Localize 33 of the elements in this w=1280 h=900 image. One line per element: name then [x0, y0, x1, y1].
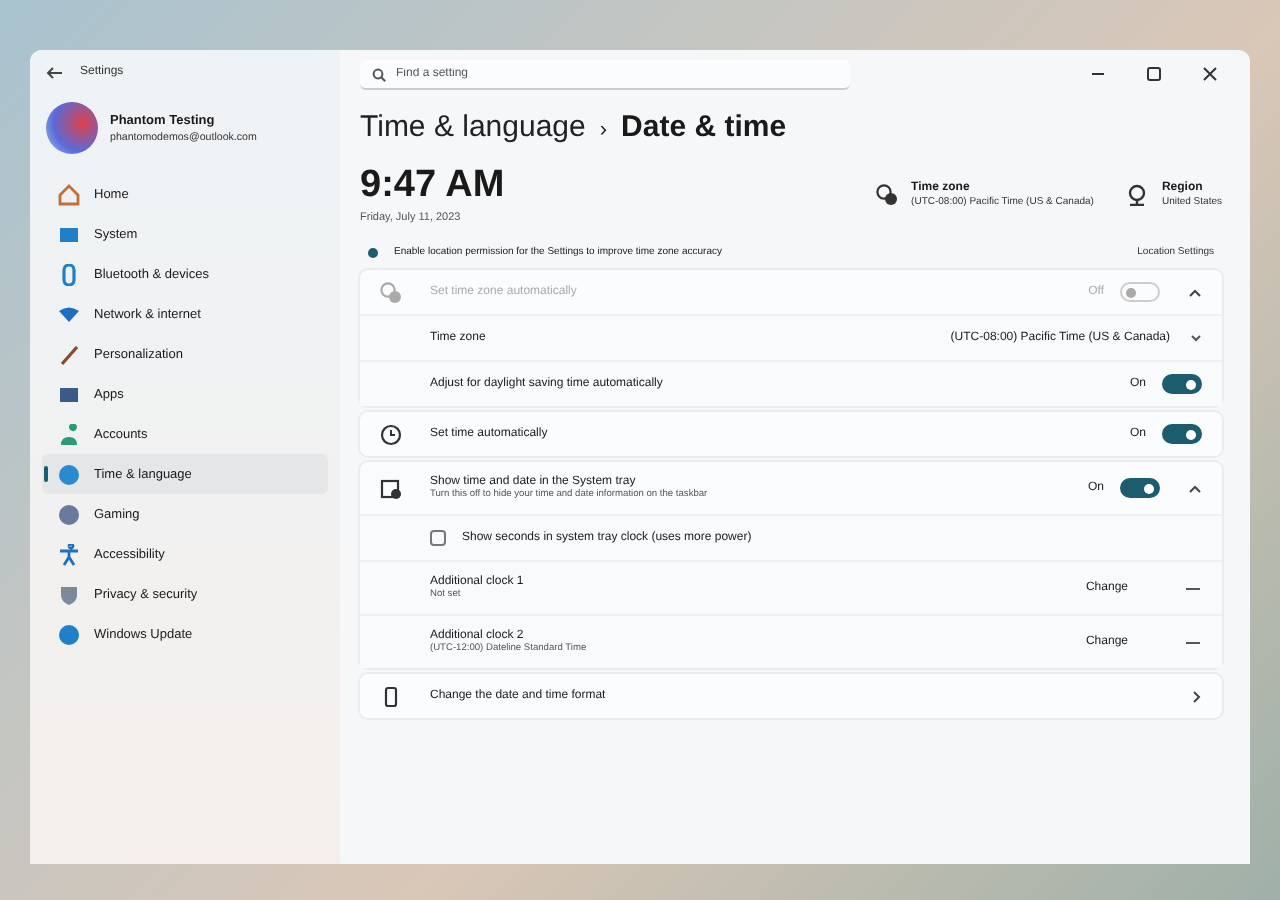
breadcrumb-separator: ›	[599, 118, 608, 142]
sidebar-icon	[58, 583, 80, 605]
sidebar-icon	[58, 343, 80, 365]
current-time: 9:47 AM	[360, 164, 505, 208]
sidebar-icon	[58, 263, 80, 285]
sidebar-icon	[58, 503, 80, 525]
avatar-circle	[46, 102, 98, 154]
close-icon[interactable]	[1202, 66, 1218, 82]
maximize-icon[interactable]	[1146, 66, 1162, 82]
chevron-up-icon[interactable]	[1188, 483, 1202, 493]
checkbox[interactable]	[430, 530, 446, 546]
page-title: Date & time	[621, 110, 787, 144]
sidebar-icon	[58, 183, 80, 205]
sidebar-icon	[58, 463, 80, 485]
breadcrumb-parent[interactable]: Time & language	[360, 110, 586, 144]
info-dot-icon	[368, 247, 378, 257]
toggle-switch[interactable]	[1162, 374, 1202, 394]
sidebar-icon	[58, 423, 80, 445]
more-icon[interactable]	[1184, 639, 1202, 645]
chevron-right-icon[interactable]	[1192, 689, 1202, 703]
more-icon[interactable]	[1184, 585, 1202, 591]
clock-icon	[380, 423, 402, 445]
toggle-switch[interactable]	[1120, 478, 1160, 498]
search-icon	[372, 67, 386, 81]
sidebar-icon	[58, 623, 80, 645]
sidebar-icon	[58, 223, 80, 245]
toggle-switch[interactable]	[1162, 424, 1202, 444]
sidebar-icon	[58, 543, 80, 565]
sidebar-icon	[58, 383, 80, 405]
caret-icon	[1190, 334, 1202, 342]
location-pin-icon	[1125, 183, 1148, 205]
document-icon	[380, 685, 402, 707]
sidebar-icon	[58, 303, 80, 325]
